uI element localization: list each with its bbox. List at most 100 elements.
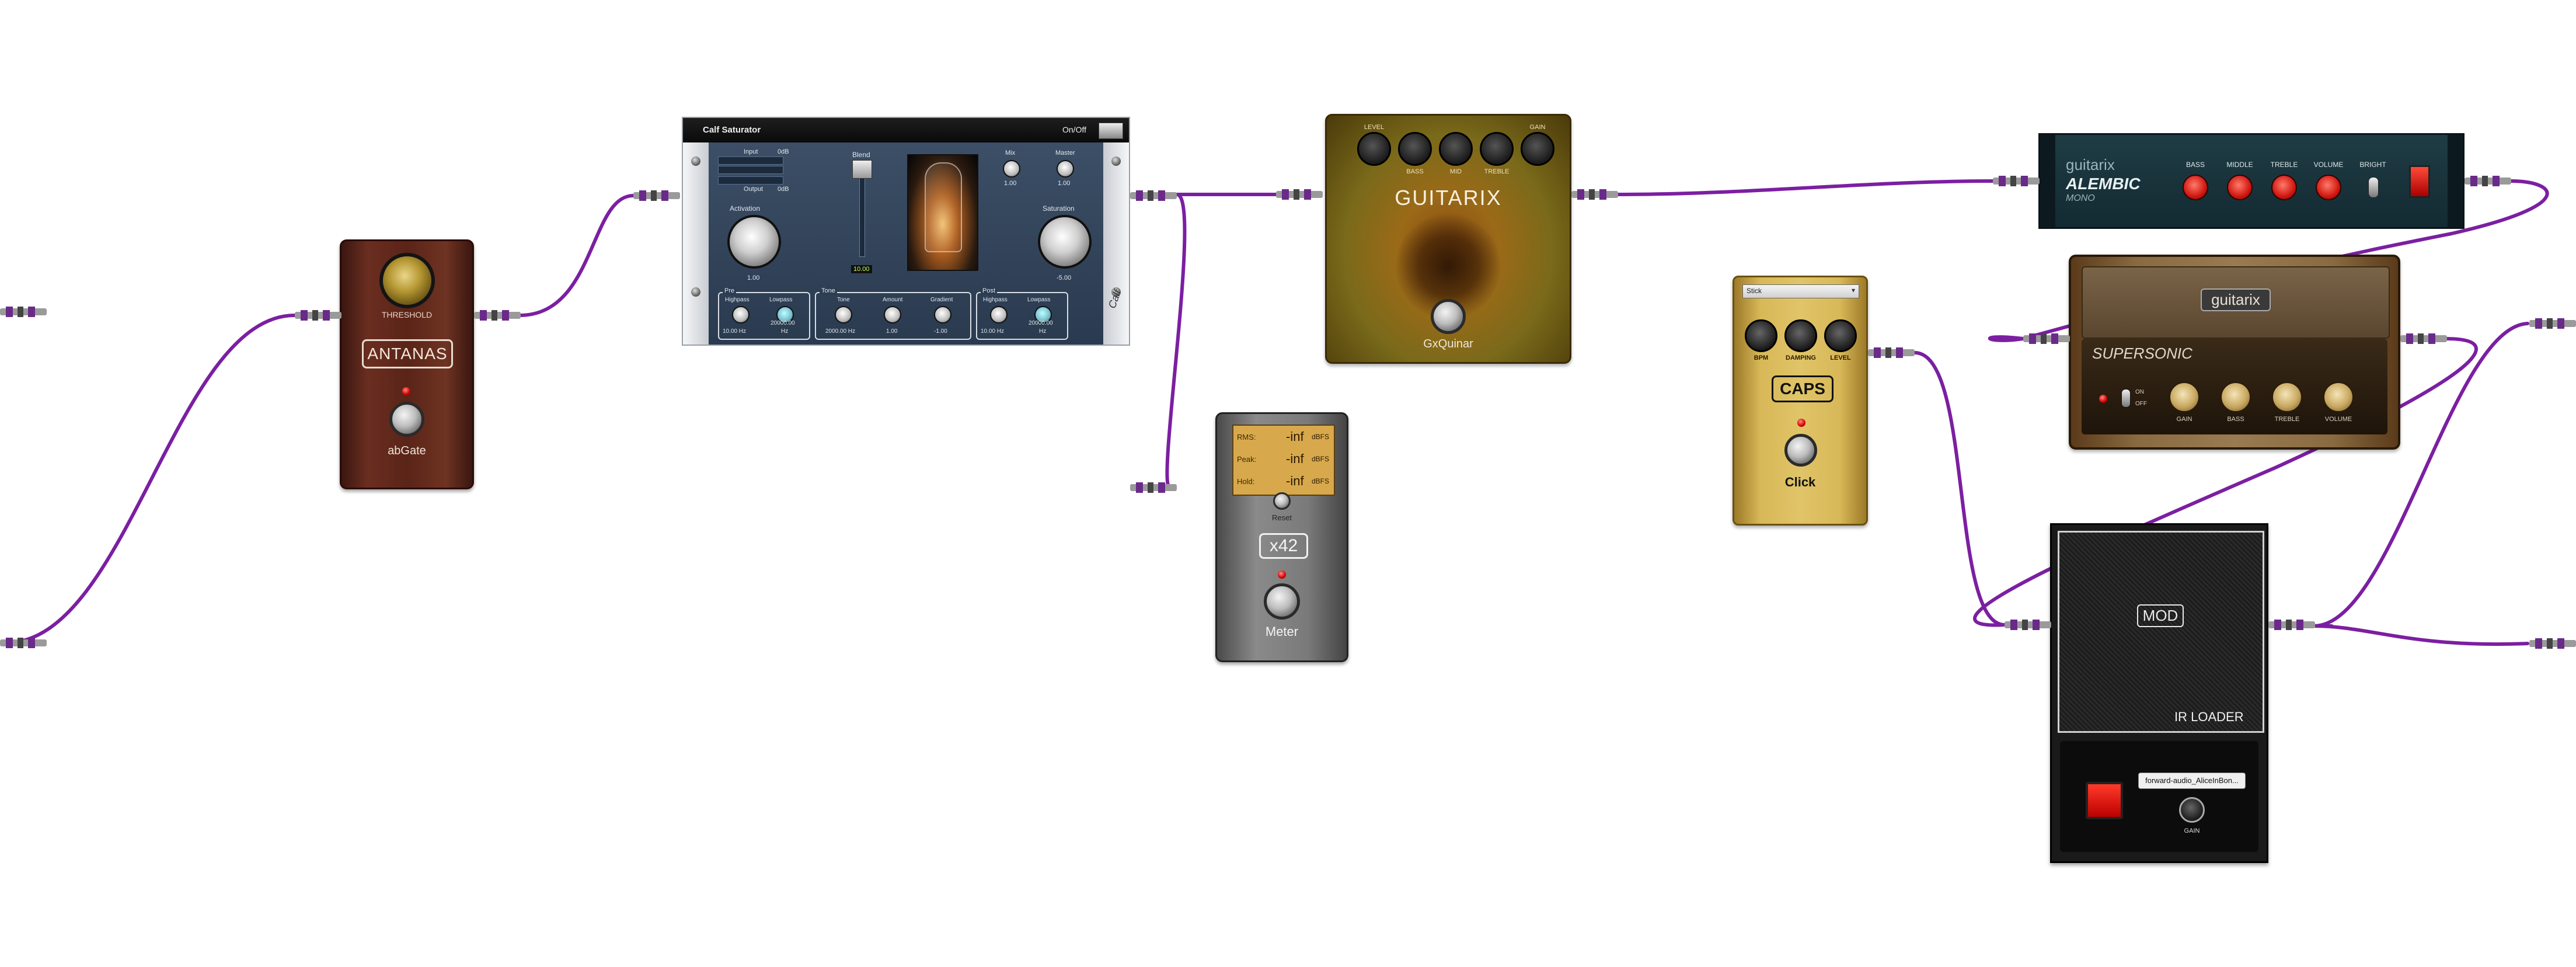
alembic-volume-knob[interactable] (2316, 175, 2341, 200)
calf-output-gain: 0dB (778, 186, 789, 193)
calf-tube-display (907, 154, 978, 271)
supersonic-volume-label: VOLUME (2324, 416, 2352, 423)
calf-gradient-knob[interactable] (934, 306, 951, 324)
calf-mix-knob[interactable] (1003, 160, 1020, 178)
caps-footswitch[interactable] (1784, 434, 1817, 467)
alembic-brand: guitarix (2066, 156, 2115, 173)
ir-power-switch[interactable] (2086, 782, 2123, 819)
gxquinar-bass-knob[interactable] (1398, 132, 1432, 166)
audio-jack-port[interactable] (1868, 346, 1915, 360)
audio-jack-port[interactable] (2400, 332, 2447, 346)
supersonic-gain-knob[interactable] (2169, 382, 2199, 412)
alembic-bass-knob[interactable] (2183, 175, 2208, 200)
calf-activation-knob[interactable] (727, 215, 781, 269)
calf-master-label: Master (1055, 149, 1075, 156)
calf-onoff[interactable]: On/Off (1062, 125, 1086, 134)
gxquinar-treble-knob[interactable] (1480, 132, 1514, 166)
calf-blend-handle[interactable] (852, 160, 872, 179)
meter-hold-value: -inf (1286, 474, 1304, 488)
caps-level-knob[interactable] (1824, 319, 1857, 352)
calf-title: Calf Saturator (703, 125, 761, 135)
gxquinar-brand: GUITARIX (1395, 186, 1502, 210)
calf-post-label: Post (981, 287, 998, 294)
calf-pre-lp-unit: Hz (781, 328, 789, 335)
meter-reset-button[interactable] (1273, 492, 1291, 510)
alembic-treble-knob[interactable] (2271, 175, 2297, 200)
supersonic-treble-knob[interactable] (2272, 382, 2302, 412)
calf-saturator-rack[interactable]: Calf Saturator On/Off Input 0dB Output 0… (682, 117, 1130, 346)
supersonic-power-switch[interactable] (2121, 389, 2131, 408)
calf-pre-hp-label: Highpass (725, 297, 750, 303)
audio-jack-port[interactable] (2005, 618, 2051, 632)
calf-saturation-value: -5.00 (1057, 274, 1072, 281)
caps-click-pedal[interactable]: Stick ▾ BPM DAMPING LEVEL CAPS Click (1733, 276, 1868, 526)
audio-jack-port[interactable] (2529, 636, 2576, 651)
calf-master-value: 1.00 (1058, 180, 1071, 187)
ir-brand: MOD (2137, 604, 2184, 627)
calf-onoff-toggle[interactable] (1099, 123, 1123, 139)
alembic-amp-rack[interactable]: guitarix ALEMBIC MONO BASS MIDDLE TREBLE… (2038, 133, 2465, 229)
abgate-footswitch[interactable] (389, 402, 424, 437)
calf-amount-knob[interactable] (884, 306, 901, 324)
cable[interactable] (2312, 624, 2529, 646)
caps-bpm-knob[interactable] (1745, 319, 1777, 352)
alembic-power-switch[interactable] (2409, 165, 2430, 198)
calf-tone-knob[interactable] (835, 306, 852, 324)
audio-jack-port[interactable] (2023, 332, 2070, 346)
audio-jack-port[interactable] (2529, 316, 2576, 331)
calf-post-hp-knob[interactable] (990, 306, 1008, 324)
calf-screw (691, 156, 700, 166)
calf-master-knob[interactable] (1057, 160, 1074, 178)
calf-pre-label: Pre (723, 287, 737, 294)
audio-jack-port[interactable] (633, 189, 680, 203)
ir-loader-cabinet[interactable]: MOD IR LOADER forward-audio_AliceInBon..… (2050, 523, 2268, 863)
meter-peak-label: Peak: (1237, 455, 1257, 464)
gxquinar-footswitch[interactable] (1431, 299, 1466, 334)
caps-preset-select[interactable]: Stick ▾ (1742, 284, 1859, 298)
calf-saturation-knob[interactable] (1038, 215, 1092, 269)
gxquinar-level-label: LEVEL (1364, 124, 1385, 131)
alembic-bright-switch[interactable] (2368, 177, 2379, 198)
audio-jack-port[interactable] (1571, 187, 1618, 201)
tube-glass (925, 162, 962, 252)
calf-left-ear (683, 142, 709, 345)
calf-output-meter-l (718, 176, 783, 185)
audio-jack-port[interactable] (1130, 189, 1177, 203)
gxquinar-pedal[interactable]: LEVEL BASS MID TREBLE GAIN GUITARIX GxQu… (1325, 114, 1571, 364)
audio-jack-port[interactable] (474, 308, 521, 322)
audio-jack-port[interactable] (1993, 174, 2040, 188)
audio-jack-port[interactable] (1276, 187, 1323, 201)
meter-footswitch[interactable] (1264, 583, 1300, 620)
cable[interactable] (518, 194, 635, 317)
audio-jack-port[interactable] (0, 305, 47, 319)
calf-gradient-label: Gradient (930, 297, 953, 303)
calf-screw (691, 287, 700, 297)
audio-jack-port[interactable] (0, 636, 47, 650)
calf-gradient-value: -1.00 (934, 328, 947, 335)
x42-meter-pedal[interactable]: RMS: -inf dBFS Peak: -inf dBFS Hold: -in… (1215, 412, 1348, 662)
ir-gain-knob[interactable] (2179, 797, 2205, 823)
supersonic-bass-knob[interactable] (2221, 382, 2251, 412)
threshold-knob[interactable] (379, 253, 435, 308)
caps-title: CAPS (1772, 375, 1833, 402)
audio-jack-port[interactable] (2268, 618, 2315, 632)
audio-jack-port[interactable] (1130, 481, 1177, 495)
cable[interactable] (1615, 179, 1995, 196)
cable[interactable] (1165, 193, 1187, 489)
alembic-sub: MONO (2066, 193, 2095, 203)
ir-file-field[interactable]: forward-audio_AliceInBon... (2138, 773, 2246, 789)
audio-jack-port[interactable] (295, 308, 341, 322)
gxquinar-gain-knob[interactable] (1521, 132, 1554, 166)
supersonic-amp[interactable]: guitarix SUPERSONIC ON OFF GAIN BASS TRE… (2069, 255, 2400, 450)
calf-amount-value: 1.00 (886, 328, 898, 335)
cable[interactable] (4, 314, 297, 645)
alembic-middle-knob[interactable] (2227, 175, 2253, 200)
abgate-pedal[interactable]: THRESHOLD ANTANAS abGate (340, 239, 474, 489)
audio-jack-port[interactable] (2465, 174, 2511, 188)
gxquinar-mid-knob[interactable] (1439, 132, 1473, 166)
calf-pre-hp-knob[interactable] (732, 306, 750, 324)
caps-damping-knob[interactable] (1784, 319, 1817, 352)
supersonic-volume-knob[interactable] (2323, 382, 2354, 412)
gxquinar-level-knob[interactable] (1357, 132, 1391, 166)
cable[interactable] (1913, 351, 2006, 627)
